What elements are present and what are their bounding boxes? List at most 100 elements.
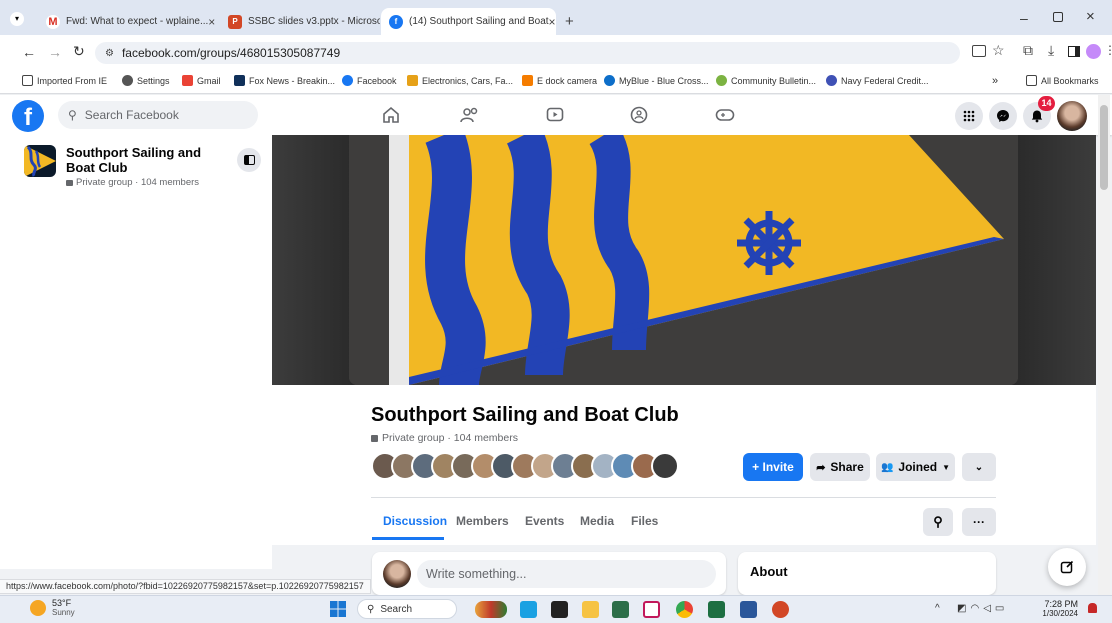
groups-icon[interactable] bbox=[630, 106, 648, 124]
ellipsis-icon: ··· bbox=[973, 515, 985, 529]
app-icon-3[interactable] bbox=[612, 601, 629, 618]
sidebar-group-name[interactable]: Southport Sailing and Boat Club bbox=[66, 145, 226, 175]
scrollbar[interactable] bbox=[1098, 95, 1110, 595]
group-sidebar: Southport Sailing and Boat Club Private … bbox=[0, 135, 272, 569]
facebook-search-input[interactable]: ⚲ Search Facebook bbox=[58, 101, 258, 129]
word-icon[interactable] bbox=[740, 601, 757, 618]
friends-icon[interactable] bbox=[460, 106, 480, 124]
facebook-logo-icon[interactable]: f bbox=[12, 100, 44, 132]
bookmark-fox-news[interactable]: Fox News - Breakin... bbox=[234, 75, 335, 86]
group-search-button[interactable]: ⚲ bbox=[923, 508, 953, 536]
share-button[interactable]: ➦ Share bbox=[810, 453, 870, 481]
download-icon[interactable]: ⤓ bbox=[1048, 42, 1054, 59]
chrome-icon[interactable] bbox=[676, 601, 693, 618]
new-message-button[interactable] bbox=[1048, 548, 1086, 586]
avatar[interactable] bbox=[651, 452, 679, 480]
header-divider bbox=[371, 497, 996, 498]
bookmark-settings[interactable]: Settings bbox=[122, 75, 170, 86]
bookmark-electronics[interactable]: Electronics, Cars, Fa... bbox=[407, 75, 513, 86]
bookmark-star-icon[interactable]: ☆ bbox=[992, 42, 1005, 59]
group-cover-photo[interactable] bbox=[349, 135, 1018, 385]
notification-count-badge: 14 bbox=[1038, 96, 1055, 111]
forward-button[interactable]: → bbox=[48, 44, 62, 60]
sidebar-toggle-icon bbox=[243, 155, 255, 165]
clock[interactable]: 7:28 PM 1/30/2024 bbox=[1032, 599, 1078, 618]
reload-button[interactable]: ↻ bbox=[73, 43, 85, 60]
composer-input[interactable]: Write something... bbox=[417, 560, 716, 588]
joined-button[interactable]: 👥 Joined ▼ bbox=[876, 453, 955, 481]
tab-media[interactable]: Media bbox=[580, 514, 614, 528]
member-avatars[interactable] bbox=[371, 451, 721, 481]
close-window-button[interactable]: × bbox=[1086, 8, 1095, 25]
bookmark-facebook[interactable]: Facebook bbox=[342, 75, 397, 86]
tab-powerpoint[interactable]: P SSBC slides v3.pptx - Microsoft × bbox=[220, 8, 380, 35]
chevron-down-icon: ⌄ bbox=[974, 461, 984, 473]
group-meta: Private group · 104 members bbox=[371, 432, 518, 444]
tray-icons[interactable]: ◩◠◁▭ bbox=[957, 603, 1008, 614]
battery-icon: ▭ bbox=[994, 603, 1009, 614]
side-panel-icon[interactable] bbox=[1068, 46, 1080, 57]
account-avatar[interactable] bbox=[1057, 101, 1087, 131]
extensions-icon[interactable]: ⧉ bbox=[1023, 42, 1033, 59]
restore-button[interactable] bbox=[1053, 12, 1063, 22]
close-icon[interactable]: × bbox=[208, 15, 215, 29]
sun-icon bbox=[30, 599, 46, 616]
minimize-button[interactable]: – bbox=[1020, 10, 1028, 26]
bookmark-e-dock-camera[interactable]: E dock camera bbox=[522, 75, 597, 86]
excel-icon[interactable] bbox=[708, 601, 725, 618]
start-button[interactable] bbox=[330, 601, 346, 617]
bookmark-gmail[interactable]: Gmail bbox=[182, 75, 221, 86]
tab-discussion[interactable]: Discussion bbox=[383, 514, 447, 528]
tab-facebook[interactable]: f (14) Southport Sailing and Boat × bbox=[381, 8, 556, 35]
share-arrow-icon: ➦ bbox=[816, 461, 826, 474]
file-explorer-icon[interactable] bbox=[582, 601, 599, 618]
status-url-bar: https://www.facebook.com/photo/?fbid=102… bbox=[0, 579, 371, 594]
tab-members[interactable]: Members bbox=[456, 514, 509, 528]
new-tab-button[interactable]: + bbox=[565, 13, 574, 30]
menu-grid-icon[interactable] bbox=[955, 102, 983, 130]
notification-bell-icon[interactable] bbox=[1088, 603, 1097, 613]
folder-icon bbox=[1026, 75, 1037, 86]
ships-wheel-icon bbox=[737, 211, 801, 275]
tab-gmail[interactable]: M Fwd: What to expect - wplaine... × bbox=[38, 8, 218, 35]
all-bookmarks[interactable]: All Bookmarks bbox=[1026, 75, 1099, 86]
chrome-menu-icon[interactable]: ⋮ bbox=[1104, 43, 1112, 57]
watch-icon[interactable] bbox=[546, 106, 564, 124]
tab-events[interactable]: Events bbox=[525, 514, 564, 528]
app-icon-1[interactable] bbox=[520, 601, 537, 618]
volume-icon: ◁ bbox=[983, 603, 995, 614]
taskbar-search-box[interactable]: ⚲ Search bbox=[357, 599, 457, 619]
app-icon-2[interactable] bbox=[551, 601, 568, 618]
more-actions-button[interactable]: ··· bbox=[962, 508, 996, 536]
scrollbar-thumb[interactable] bbox=[1100, 105, 1108, 190]
powerpoint-icon: P bbox=[228, 14, 242, 29]
app-icon-4[interactable] bbox=[643, 601, 660, 618]
tray-chevron-up-icon[interactable]: ^ bbox=[935, 603, 940, 614]
site-info-icon[interactable]: ⚙ bbox=[105, 48, 114, 59]
bookmark-community-bulletin[interactable]: Community Bulletin... bbox=[716, 75, 816, 86]
install-icon[interactable] bbox=[972, 45, 986, 57]
powerpoint-icon[interactable] bbox=[772, 601, 789, 618]
copilot-icon: ◩ bbox=[957, 603, 971, 614]
windows-logo-icon bbox=[330, 601, 346, 617]
weather-widget[interactable]: 53°F Sunny bbox=[30, 598, 75, 617]
bookmark-myblue[interactable]: MyBlue - Blue Cross... bbox=[604, 75, 709, 86]
profile-avatar[interactable] bbox=[1086, 44, 1101, 59]
group-thumbnail[interactable] bbox=[24, 145, 56, 177]
bookmark-navy-federal[interactable]: Navy Federal Credit... bbox=[826, 75, 929, 86]
composer-avatar[interactable] bbox=[383, 560, 411, 588]
messenger-icon[interactable] bbox=[989, 102, 1017, 130]
close-icon[interactable]: × bbox=[549, 15, 556, 29]
bookmark-imported-from-ie[interactable]: Imported From IE bbox=[22, 75, 107, 86]
invite-button[interactable]: + Invite bbox=[743, 453, 803, 481]
collapse-sidebar-button[interactable] bbox=[237, 148, 261, 172]
address-bar[interactable]: ⚙ facebook.com/groups/468015305087749 bbox=[95, 42, 960, 64]
more-options-chevron-button[interactable]: ⌄ bbox=[962, 453, 996, 481]
tab-files[interactable]: Files bbox=[631, 514, 658, 528]
more-bookmarks-icon[interactable]: » bbox=[992, 75, 998, 87]
widgets-icon[interactable] bbox=[475, 601, 507, 618]
back-button[interactable]: ← bbox=[22, 44, 36, 60]
home-icon[interactable] bbox=[382, 106, 400, 124]
gaming-icon[interactable] bbox=[715, 106, 735, 124]
tab-list-chevron-icon[interactable]: ▾ bbox=[10, 12, 24, 26]
